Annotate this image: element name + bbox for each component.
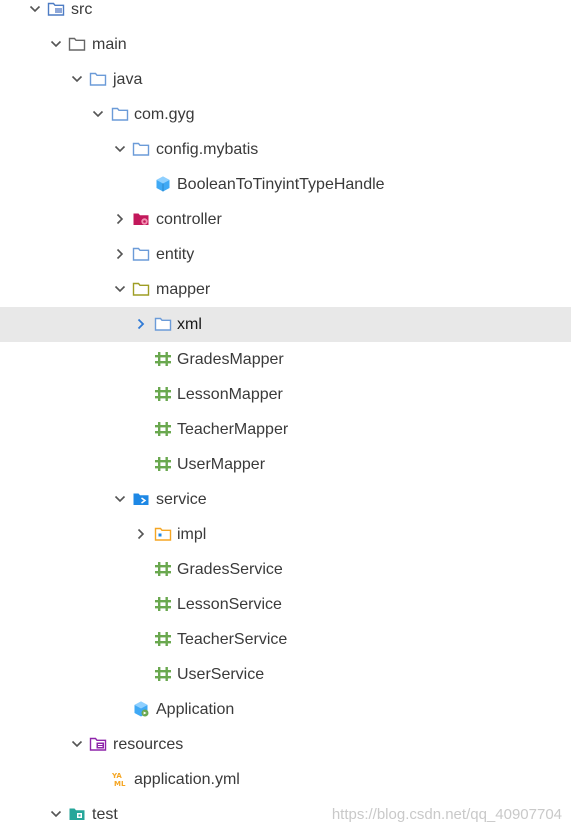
tree-item-label: TeacherService [177, 631, 288, 648]
tree-item-label: config.mybatis [156, 141, 259, 158]
interface-file-icon [154, 420, 172, 438]
package-folder-icon [111, 105, 129, 123]
package-folder-icon [132, 245, 150, 263]
tree-item-label: TeacherMapper [177, 421, 289, 438]
tree-item-application-yml[interactable]: YA ML application.yml [0, 762, 571, 797]
chevron-down-icon[interactable] [49, 37, 63, 51]
tree-item-main[interactable]: main [0, 27, 571, 62]
interface-file-icon [154, 665, 172, 683]
package-folder-icon [132, 140, 150, 158]
package-folder-icon [89, 70, 107, 88]
package-folder-icon [154, 315, 172, 333]
tree-item-label: Application [156, 701, 235, 718]
interface-file-icon [154, 595, 172, 613]
tree-item-controller[interactable]: controller [0, 202, 571, 237]
tree-item-label: main [92, 36, 127, 53]
tree-item-user-service[interactable]: UserService [0, 657, 571, 692]
tree-item-label: resources [113, 736, 184, 753]
service-folder-icon [132, 490, 150, 508]
tree-item-label: entity [156, 246, 195, 263]
tree-item-label: GradesMapper [177, 351, 284, 368]
tree-item-lesson-mapper[interactable]: LessonMapper [0, 377, 571, 412]
svg-text:YA: YA [111, 772, 122, 780]
class-file-icon [154, 175, 172, 193]
tree-item-grades-mapper[interactable]: GradesMapper [0, 342, 571, 377]
chevron-down-icon[interactable] [91, 107, 105, 121]
chevron-down-icon[interactable] [70, 72, 84, 86]
tree-item-resources[interactable]: resources [0, 727, 571, 762]
tree-item-application[interactable]: Application [0, 692, 571, 727]
project-tree: src main java com.gyg config.mybatis Boo… [0, 0, 571, 832]
interface-file-icon [154, 630, 172, 648]
tree-item-impl[interactable]: impl [0, 517, 571, 552]
tree-item-config-mybatis[interactable]: config.mybatis [0, 132, 571, 167]
impl-folder-icon [154, 525, 172, 543]
tree-item-grades-service[interactable]: GradesService [0, 552, 571, 587]
tree-item-label: mapper [156, 281, 211, 298]
tree-item-boolean-to-tinyint-type-handle[interactable]: BooleanToTinyintTypeHandle [0, 167, 571, 202]
chevron-down-icon[interactable] [70, 737, 84, 751]
tree-item-teacher-mapper[interactable]: TeacherMapper [0, 412, 571, 447]
tree-item-xml[interactable]: xml [0, 307, 571, 342]
chevron-down-icon[interactable] [113, 492, 127, 506]
interface-file-icon [154, 350, 172, 368]
chevron-right-icon[interactable] [113, 247, 127, 261]
tree-item-label: application.yml [134, 771, 240, 788]
tree-item-label: UserService [177, 666, 265, 683]
tree-item-label: xml [177, 316, 202, 333]
chevron-down-icon[interactable] [113, 142, 127, 156]
tree-item-label: com.gyg [134, 106, 195, 123]
tree-item-label: controller [156, 211, 222, 228]
chevron-right-icon[interactable] [134, 527, 148, 541]
interface-file-icon [154, 560, 172, 578]
tree-item-mapper[interactable]: mapper [0, 272, 571, 307]
tree-item-user-mapper[interactable]: UserMapper [0, 447, 571, 482]
chevron-down-icon[interactable] [49, 807, 63, 821]
test-folder-icon [68, 805, 86, 823]
tree-item-label: java [113, 71, 143, 88]
svg-text:ML: ML [114, 780, 126, 788]
yaml-file-icon: YA ML [111, 770, 129, 788]
tree-item-label: UserMapper [177, 456, 266, 473]
tree-item-src[interactable]: src [0, 0, 571, 27]
folder-icon [68, 35, 86, 53]
tree-item-entity[interactable]: entity [0, 237, 571, 272]
chevron-right-icon[interactable] [134, 317, 148, 331]
controller-folder-icon [132, 210, 150, 228]
resources-folder-icon [89, 735, 107, 753]
tree-item-label: service [156, 491, 207, 508]
interface-file-icon [154, 455, 172, 473]
application-class-icon [132, 700, 150, 718]
source-folder-icon [47, 0, 65, 18]
tree-item-label: LessonMapper [177, 386, 283, 403]
chevron-down-icon[interactable] [113, 282, 127, 296]
tree-item-lesson-service[interactable]: LessonService [0, 587, 571, 622]
interface-file-icon [154, 385, 172, 403]
tree-item-service[interactable]: service [0, 482, 571, 517]
chevron-right-icon[interactable] [113, 212, 127, 226]
mapper-folder-icon [132, 280, 150, 298]
tree-item-label: test [92, 806, 118, 823]
chevron-down-icon[interactable] [28, 2, 42, 16]
tree-item-label: GradesService [177, 561, 283, 578]
tree-item-teacher-service[interactable]: TeacherService [0, 622, 571, 657]
watermark: https://blog.csdn.net/qq_40907704 [331, 806, 562, 823]
tree-item-label: impl [177, 526, 207, 543]
tree-item-label: BooleanToTinyintTypeHandle [177, 176, 385, 193]
tree-item-java[interactable]: java [0, 62, 571, 97]
tree-item-label: src [71, 1, 93, 18]
tree-item-com-gyg[interactable]: com.gyg [0, 97, 571, 132]
tree-item-label: LessonService [177, 596, 282, 613]
